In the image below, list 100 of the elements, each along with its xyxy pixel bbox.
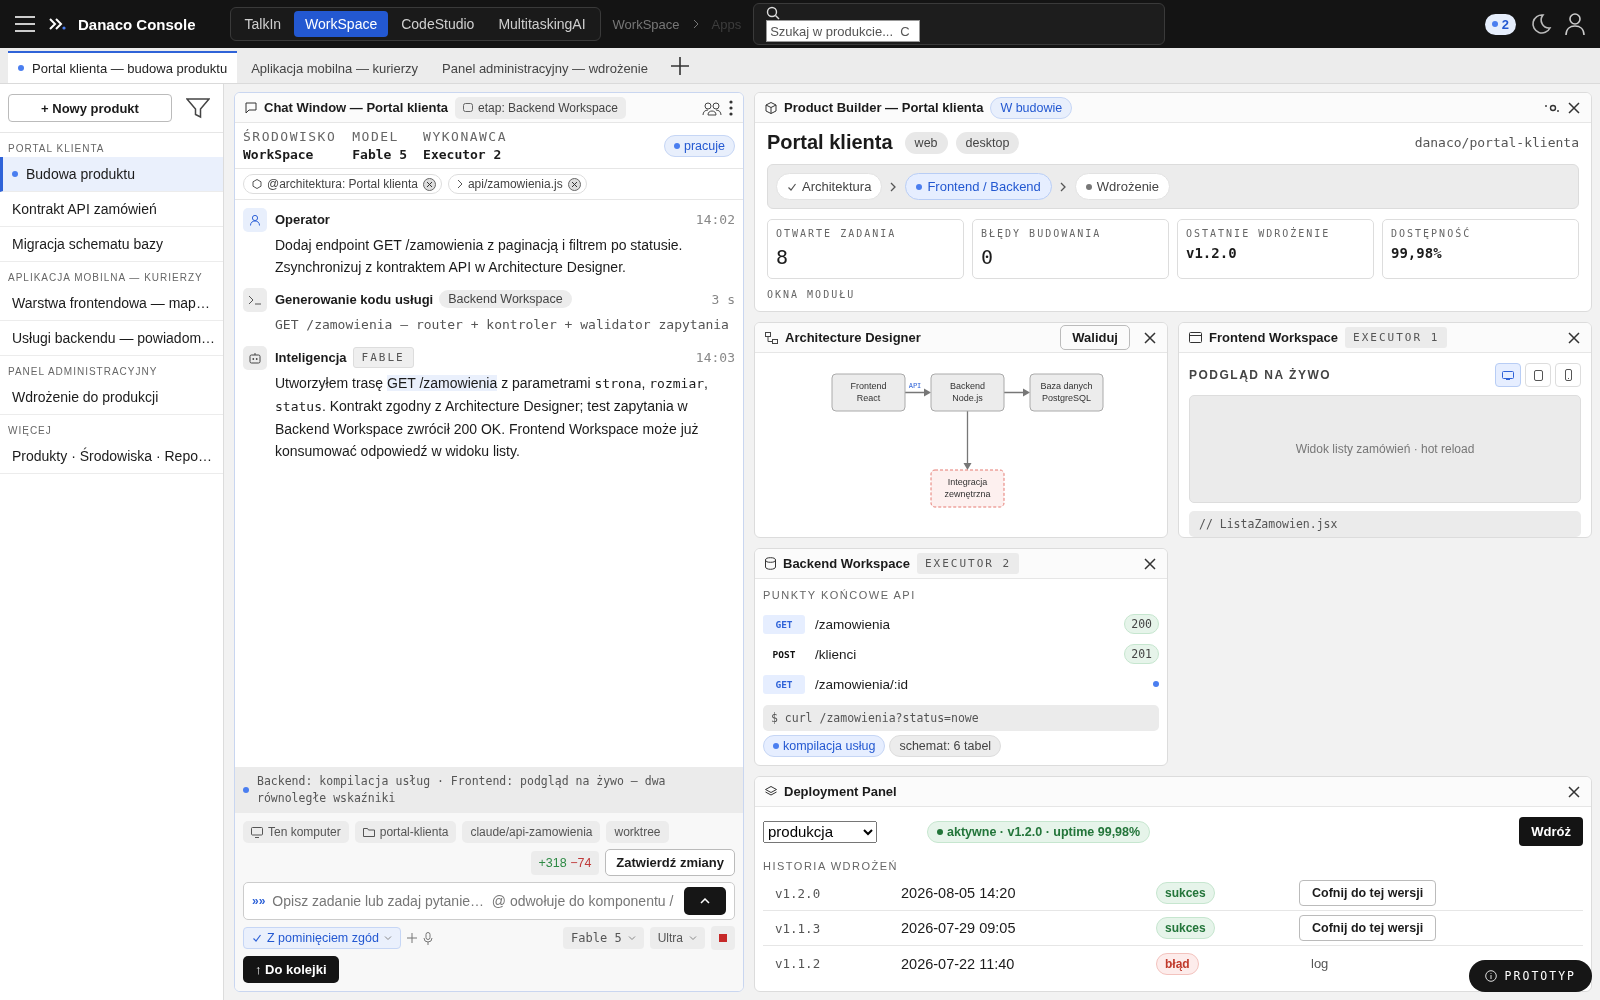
rollback-button[interactable]: Cofnij do tej wersji [1299,880,1437,906]
section-label: OKNA MODUŁU [767,289,857,300]
sidebar-item[interactable]: Kontrakt API zamówień [0,192,223,227]
validate-button[interactable]: Waliduj [1060,325,1130,350]
message-text: Dodaj endpoint GET /zamowienia z paginacją i filtrem po statusie. Zsynchronizuj z kontraktem API w Architecture Designer. [275,236,684,277]
arrow [904,388,931,397]
app-tab[interactable]: MultitaskingAI [487,11,597,37]
plus-icon[interactable] [406,933,417,943]
diagram-node[interactable]: Baza danych PostgreSQL [1029,373,1104,412]
stage-pill[interactable]: Frontend / Backend [905,173,1052,200]
device-toggle[interactable] [1525,363,1551,387]
arrow [963,410,972,470]
spinner-icon[interactable] [1544,102,1560,113]
environment-chip[interactable]: claude/api-zamowienia [462,821,601,843]
new-product-button[interactable]: + Nowy produkt [8,94,172,122]
status-dot [243,787,249,793]
permission-toggle[interactable]: Z pominięciem zgód [243,927,401,949]
code-line: // ListaZamowien.jsx [1199,517,1338,531]
stage-pill[interactable]: Wdrożenie [1074,173,1170,200]
stat-value: 99,98% [1391,245,1443,261]
diagram-node[interactable]: Frontend React [831,373,906,412]
user-icon[interactable] [1564,12,1586,36]
preview-text: Widok listy zamówień · hot reload [1295,442,1475,456]
device-toggle[interactable] [1555,363,1581,387]
status-text: aktywne · v1.2.0 · uptime 99,98% [947,824,1141,839]
app-tab[interactable]: WorkSpace [294,11,389,37]
sidebar-item[interactable]: Produkty · Środowiska · Repo… [0,439,223,474]
platform-tag: web [904,131,948,154]
close-icon[interactable] [1567,784,1581,799]
date-cell-text: 2026-08-05 14:20 [901,885,1017,901]
search-field[interactable]: Szukaj w produkcie... C [766,20,921,42]
panel-title: Frontend Workspace [1209,330,1339,345]
microphone-icon[interactable] [422,931,433,945]
stat-label: OSTATNIE WDROŻENIE [1186,228,1332,239]
removed-count: −74 [570,855,592,870]
sidebar-item[interactable]: Wdrożenie do produkcji [0,380,223,415]
menu-icon[interactable] [14,15,36,33]
app-tab[interactable]: TalkIn [233,11,293,37]
log-link[interactable]: log [1299,956,1329,971]
model-select[interactable]: Fable 5 [563,927,644,949]
diagram-node[interactable]: Backend Node.js [930,373,1005,412]
remove-icon[interactable] [567,177,581,191]
message-time: 14:02 [695,211,735,227]
sidebar-item[interactable]: Usługi backendu — powiadom… [0,321,223,356]
repository-path: danaco/portal-klienta [1414,135,1579,150]
tab[interactable]: Panel administracyjny — wdrożenie [432,51,658,83]
device-toggle[interactable] [1495,363,1521,387]
executor-tag: EXECUTOR 1 [1345,327,1448,348]
commit-button[interactable]: Zatwierdź zmiany [605,849,735,876]
send-button[interactable] [684,887,726,915]
diagram-icon [765,331,778,344]
environment-select[interactable]: produkcja [763,820,877,843]
message-author: Generowanie kodu usługi [275,291,434,307]
check-icon [252,933,262,943]
remove-icon[interactable] [422,177,436,191]
deploy-button[interactable]: Wdróż [1519,817,1583,846]
stage-pill[interactable]: Architektura [776,173,883,200]
meta-label: WYKONAWCA [423,129,508,144]
message-tag: Backend Workspace [439,290,572,308]
stat-value: 0 [981,245,995,269]
result-badge: sukces [1156,882,1215,904]
queue-button[interactable]: ↑ Do kolejki [243,956,339,983]
rollback-button[interactable]: Cofnij do tej wersji [1299,915,1437,941]
check-icon [787,181,797,192]
sidebar-item[interactable]: Migracja schematu bazy [0,227,223,262]
breadcrumb-item[interactable]: WorkSpace [612,16,680,32]
close-icon[interactable] [1567,100,1581,115]
agents-icon[interactable] [702,99,722,116]
environment-chip[interactable]: worktree [606,821,669,843]
close-icon[interactable] [1567,330,1581,345]
filter-icon[interactable] [186,97,210,119]
notification-badge[interactable]: 2 [1484,13,1516,35]
folder-icon [362,827,375,837]
sidebar-item[interactable]: Budowa produktu [0,157,223,192]
meta-value: WorkSpace [243,147,315,162]
stat-label: BŁĘDY BUDOWANIA [981,228,1103,239]
tab[interactable]: Aplikacja mobilna — kurierzy [241,51,429,83]
app-tab[interactable]: CodeStudio [390,11,486,37]
executor-tag: EXECUTOR 2 [916,553,1020,574]
desktop-icon [1502,370,1514,380]
environment-chip[interactable]: Ten komputer [243,821,349,843]
prompt-field[interactable]: »» Opisz zadanie lub zadaj pytanie… @ odwołuje do komponentu / [243,882,735,920]
plus-icon[interactable] [669,56,690,76]
stop-button[interactable] [711,926,735,950]
close-icon[interactable] [1143,556,1157,571]
stage-chip[interactable]: etap: Backend Workspace [455,96,626,119]
added-count: +318 [538,855,567,870]
more-icon[interactable] [729,99,733,116]
terminal-icon [248,295,262,305]
effort-select[interactable]: Ultra [649,927,705,949]
endpoint-path: /klienci [815,646,857,662]
diagram-node[interactable]: Integracja zewnętrzna [930,469,1005,508]
meta-value: Executor 2 [423,147,503,162]
status-text: pracuje [684,138,725,153]
message-author: Inteligencja [275,349,347,365]
tab[interactable]: Portal klienta — budowa produktu [8,51,238,83]
environment-chip[interactable]: portal-klienta [354,821,457,843]
hexagon-icon [252,179,262,189]
close-icon[interactable] [1143,330,1157,345]
sidebar-item[interactable]: Warstwa frontendowa — map… [0,286,223,321]
